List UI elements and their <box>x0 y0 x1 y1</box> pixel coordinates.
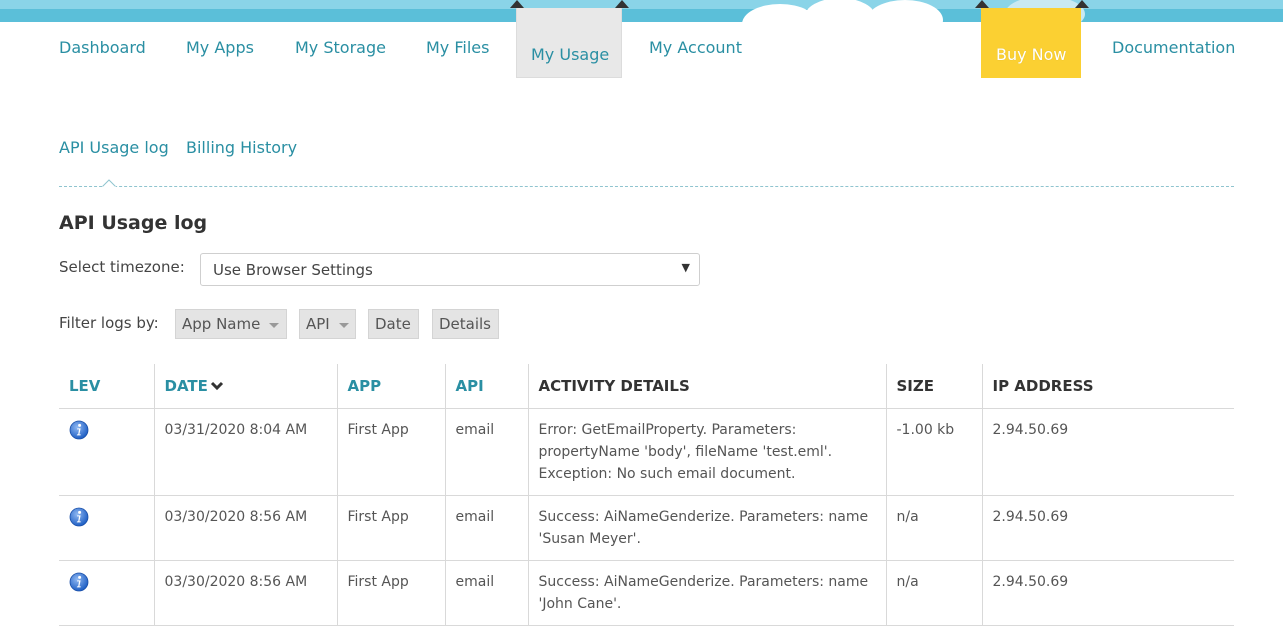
info-icon <box>69 572 89 591</box>
nav-my-files[interactable]: My Files <box>426 38 489 57</box>
filter-date-label: Date <box>375 315 411 333</box>
nav-my-account[interactable]: My Account <box>649 38 742 57</box>
ip-cell: 2.94.50.69 <box>981 495 1234 561</box>
column-header-app[interactable]: APP <box>336 364 445 409</box>
table-row: 03/31/2020 8:04 AM First App email Error: G… <box>59 408 1234 496</box>
size-cell: n/a <box>885 560 982 626</box>
column-header-size: SIZE <box>885 364 982 409</box>
api-cell: email <box>444 408 528 496</box>
subtab-billing-history[interactable]: Billing History <box>186 138 297 157</box>
timezone-select[interactable]: Use Browser Settings ▼ <box>200 253 700 286</box>
info-icon <box>69 507 89 526</box>
app-cell: First App <box>336 495 445 561</box>
column-header-lev[interactable]: LEV <box>59 364 154 409</box>
date-cell: 03/30/2020 8:56 AM <box>153 495 337 561</box>
filter-app-name-label: App Name <box>182 315 261 333</box>
details-cell: Error: GetEmailProperty. Parameters: pro… <box>527 408 886 496</box>
column-header-activity-details: ACTIVITY DETAILS <box>527 364 886 409</box>
subtab-api-usage-log[interactable]: API Usage log <box>59 138 169 157</box>
column-header-api[interactable]: API <box>444 364 528 409</box>
filter-app-name-button[interactable]: App Name <box>175 309 287 339</box>
usage-log-table: LEV DATE APP API ACTIVITY DETAILS SIZE I… <box>59 364 1234 626</box>
filter-details-button[interactable]: Details <box>432 309 499 339</box>
ip-cell: 2.94.50.69 <box>981 560 1234 626</box>
nav-my-apps[interactable]: My Apps <box>186 38 254 57</box>
filter-label: Filter logs by: <box>59 314 159 332</box>
nav-my-usage[interactable]: My Usage <box>516 8 622 78</box>
info-icon <box>69 420 89 439</box>
details-cell: Success: AiNameGenderize. Parameters: na… <box>527 495 886 561</box>
level-cell <box>59 495 154 561</box>
caret-down-icon <box>339 323 349 328</box>
date-cell: 03/31/2020 8:04 AM <box>153 408 337 496</box>
main-nav: Dashboard My Apps My Storage My Files My… <box>0 0 1283 90</box>
filter-date-button[interactable]: Date <box>368 309 419 339</box>
column-header-date-label: DATE <box>164 376 208 395</box>
date-cell: 03/30/2020 8:56 AM <box>153 560 337 626</box>
sort-descending-icon <box>210 382 223 391</box>
level-cell <box>59 560 154 626</box>
nav-dashboard[interactable]: Dashboard <box>59 38 146 57</box>
page-title: API Usage log <box>59 212 208 234</box>
app-cell: First App <box>336 408 445 496</box>
ip-cell: 2.94.50.69 <box>981 408 1234 496</box>
nav-documentation[interactable]: Documentation <box>1112 38 1235 57</box>
size-cell: -1.00 kb <box>885 408 982 496</box>
timezone-label: Select timezone: <box>59 258 185 276</box>
api-cell: email <box>444 495 528 561</box>
buy-now-label: Buy Now <box>996 45 1067 64</box>
column-header-ip-address: IP ADDRESS <box>981 364 1234 409</box>
table-header-row: LEV DATE APP API ACTIVITY DETAILS SIZE I… <box>59 364 1234 409</box>
caret-down-icon <box>269 323 279 328</box>
level-cell <box>59 408 154 496</box>
nav-my-usage-label: My Usage <box>531 45 610 64</box>
api-cell: email <box>444 560 528 626</box>
buy-now-button[interactable]: Buy Now <box>981 8 1081 78</box>
filter-details-label: Details <box>439 315 492 333</box>
nav-my-storage[interactable]: My Storage <box>295 38 386 57</box>
dropdown-arrow-icon: ▼ <box>681 261 690 274</box>
subnav-divider <box>59 186 1234 187</box>
timezone-value: Use Browser Settings <box>213 261 373 279</box>
filter-api-button[interactable]: API <box>299 309 356 339</box>
details-cell: Success: AiNameGenderize. Parameters: na… <box>527 560 886 626</box>
log-table-body: 03/31/2020 8:04 AM First App email Error: G… <box>59 408 1234 626</box>
table-row: 03/30/2020 8:56 AM First App email Success:… <box>59 495 1234 561</box>
filter-api-label: API <box>306 315 330 333</box>
size-cell: n/a <box>885 495 982 561</box>
table-row: 03/30/2020 8:56 AM First App email Success:… <box>59 560 1234 626</box>
column-header-date[interactable]: DATE <box>153 364 337 409</box>
app-cell: First App <box>336 560 445 626</box>
active-subtab-caret <box>102 179 116 187</box>
